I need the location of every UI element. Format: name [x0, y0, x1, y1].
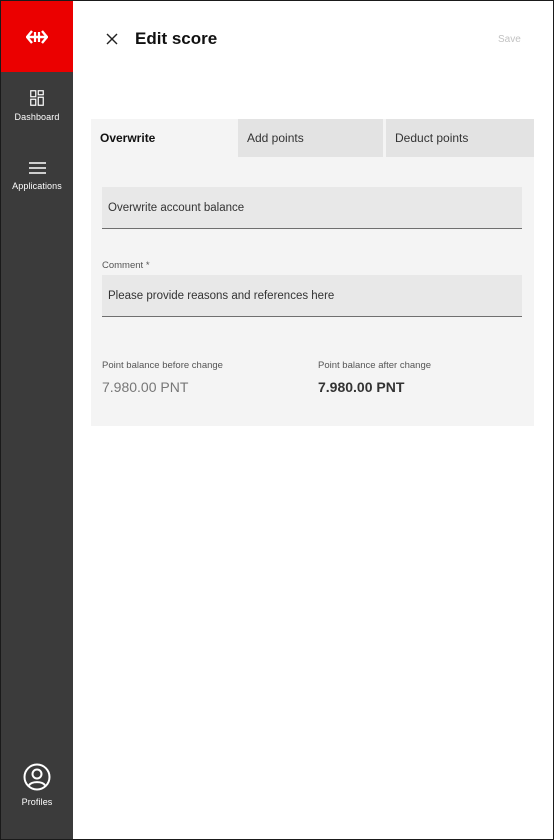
- close-icon: [106, 33, 118, 45]
- user-circle-icon: [23, 763, 51, 791]
- close-button[interactable]: [101, 28, 123, 50]
- comment-input[interactable]: Please provide reasons and references he…: [102, 275, 522, 317]
- balance-before-value: 7.980.00 PNT: [102, 379, 189, 395]
- brand-logo[interactable]: [1, 1, 73, 72]
- sidebar-item-profiles[interactable]: Profiles: [1, 763, 73, 807]
- hamburger-menu-icon: [28, 162, 46, 174]
- balance-after-value: 7.980.00 PNT: [318, 379, 405, 395]
- tab-deduct-points[interactable]: Deduct points: [386, 119, 534, 157]
- sidebar-item-label: Profiles: [21, 797, 53, 807]
- balance-before-label: Point balance before change: [102, 360, 223, 371]
- edit-score-card: Overwrite Add points Deduct points Overw…: [91, 119, 534, 426]
- sbb-arrows-icon: [26, 29, 48, 44]
- tab-add-points[interactable]: Add points: [238, 119, 383, 157]
- balance-after-label: Point balance after change: [318, 360, 432, 371]
- sidebar-item-label: Applications: [12, 181, 62, 191]
- save-button[interactable]: Save: [498, 34, 521, 45]
- sidebar-item-applications[interactable]: Applications: [1, 161, 73, 191]
- comment-label: Comment *: [102, 260, 150, 271]
- balance-input[interactable]: Overwrite account balance: [102, 187, 522, 229]
- sidebar-item-dashboard[interactable]: Dashboard: [1, 90, 73, 122]
- tab-overwrite[interactable]: Overwrite: [91, 119, 238, 157]
- sidebar: Dashboard Applications Profiles: [1, 1, 73, 839]
- page-title: Edit score: [135, 29, 218, 48]
- sidebar-item-label: Dashboard: [14, 112, 60, 122]
- dashboard-grid-icon: [30, 90, 44, 106]
